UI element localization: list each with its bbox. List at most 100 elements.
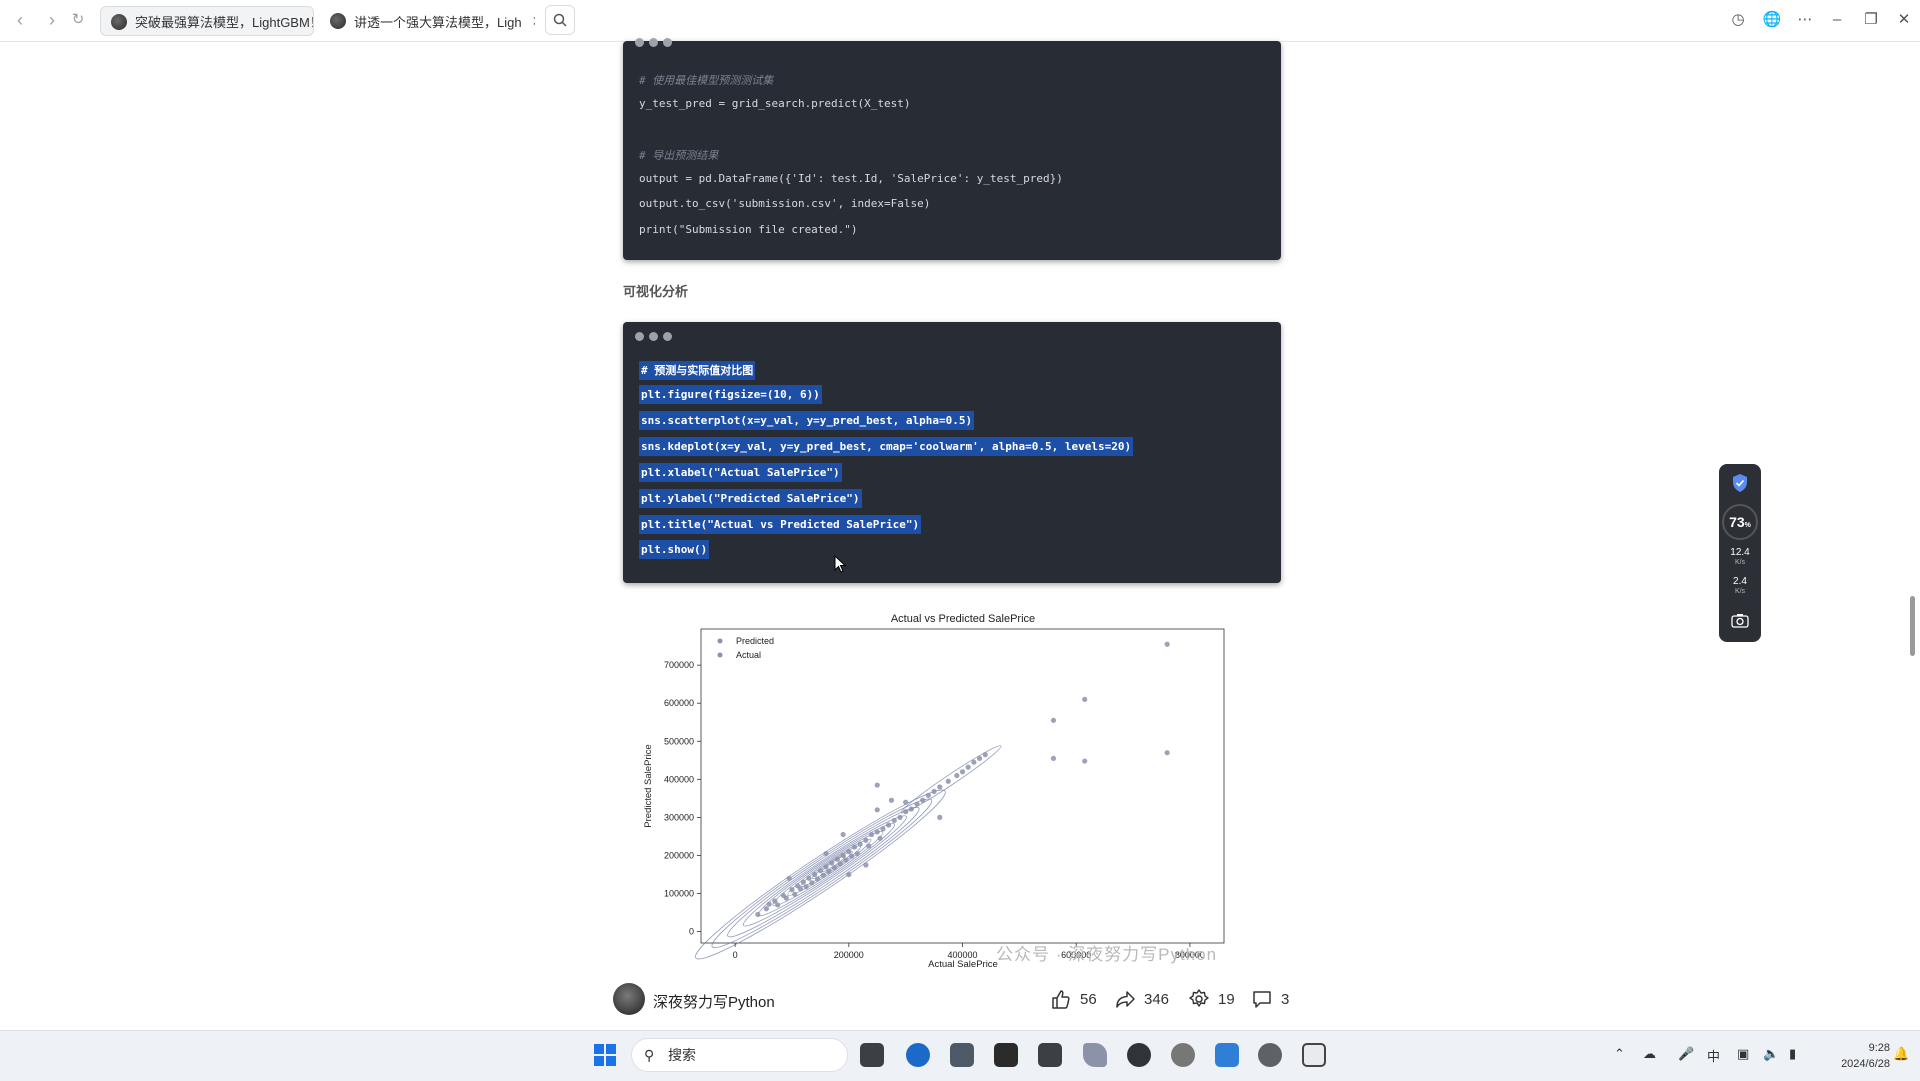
scatter-point [812,871,818,878]
code-block-visualization[interactable]: # 预测与实际值对比图 plt.figure(figsize=(10, 6)) … [623,322,1281,583]
forward-icon[interactable]: › [42,10,62,30]
code-block-prediction: # 使用最佳模型预测测试集 y_test_pred = grid_search.… [623,38,1281,260]
minimize-icon[interactable]: – [1826,9,1848,31]
scatter-point [937,814,943,820]
section-heading: 可视化分析 [623,284,689,299]
download-icon[interactable]: ◷ [1727,9,1749,31]
back-icon[interactable]: ‹ [10,10,30,30]
scatter-point [880,826,886,832]
tab-lightgbm[interactable]: 突破最强算法模型，LightGBM！ [100,6,314,36]
share-button[interactable]: 346 [1114,988,1169,1010]
shield-icon [1733,474,1747,492]
microphone-icon[interactable]: 🎤 [1678,1046,1694,1062]
legend-label-actual: Actual [736,650,761,660]
file-explorer-icon[interactable] [860,1043,884,1067]
taskbar-search[interactable]: ⚲ 搜索 [631,1038,848,1072]
folder-icon[interactable] [1038,1043,1062,1067]
scatter-point [959,769,966,775]
remote-desktop-icon[interactable] [1302,1043,1326,1067]
scatter-point [786,875,792,881]
tab-title: 突破最强算法模型，LightGBM！ [135,14,314,30]
edge-browser-icon[interactable] [906,1043,930,1067]
network-icon[interactable]: ▣ [1737,1046,1749,1062]
scatter-point [831,865,838,871]
code-line: # 使用最佳模型预测测试集 [639,74,774,87]
tab-favicon-icon [330,13,346,29]
watermark: 公众号 · 深夜努力写Python [996,945,1218,964]
scatter-point [965,764,971,770]
code-line[interactable]: sns.kdeplot(x=y_val, y=y_pred_best, cmap… [639,437,1134,456]
scatter-point [1164,641,1170,647]
tray-overflow-icon[interactable]: ⌃ [1614,1046,1625,1062]
legend-label-predicted: Predicted [736,636,774,646]
settings-app-icon[interactable] [1171,1043,1195,1067]
scatter-point [854,850,860,857]
scatter-point [1050,717,1057,723]
favorite-button[interactable]: 19 [1188,988,1235,1010]
code-line[interactable]: plt.xlabel("Actual SalePrice") [639,463,842,482]
code-line[interactable]: plt.show() [639,540,710,559]
scatter-point [976,755,983,762]
reload-icon[interactable]: ↻ [68,10,88,30]
x-tick-label: 0 [733,950,738,960]
restore-icon[interactable]: ❐ [1860,9,1882,31]
code-line[interactable]: plt.ylabel("Predicted SalePrice") [639,489,862,508]
cloud-icon[interactable]: ☁ [1643,1046,1656,1062]
browser-toolbar: ‹ › ↻ 突破最强算法模型，LightGBM！ 讲透一个强大算法模型，Ligh… [0,0,1920,42]
scatter-point [789,887,795,893]
comment-button[interactable]: 3 [1251,988,1289,1010]
code-line[interactable]: plt.figure(figsize=(10, 6)) [639,385,822,404]
scatter-point [885,822,892,828]
tab-close-icon[interactable]: ✕ [532,13,535,30]
terminal-icon[interactable] [994,1043,1018,1067]
start-menu-icon[interactable] [594,1044,616,1066]
y-tick-label: 700000 [664,660,694,670]
ime-indicator[interactable]: 中 [1707,1046,1720,1065]
scatter-point [982,752,988,758]
avatar[interactable] [613,983,645,1015]
scatter-point [834,856,841,862]
pen-app-icon[interactable] [1083,1043,1107,1067]
tab-search-button[interactable] [545,5,575,35]
code-line[interactable]: # 预测与实际值对比图 [639,361,756,380]
more-menu-icon[interactable]: ⋯ [1794,9,1816,31]
browser-app-icon[interactable] [1127,1043,1151,1067]
battery-icon[interactable]: ▮ [1789,1046,1796,1062]
tab-favicon-icon [111,14,127,30]
scatter-point [803,884,809,890]
tab-title: 讲透一个强大算法模型，Ligh [354,14,522,30]
vscode-icon[interactable] [1215,1043,1239,1067]
app-icon[interactable] [950,1043,974,1067]
system-monitor-widget[interactable]: 73% 12.4 K/s 2.4 K/s [1719,464,1761,642]
notification-bell-icon[interactable]: 🔔 [1893,1046,1909,1062]
scatter-point [903,799,909,805]
search-icon: ⚲ [644,1047,655,1063]
favorite-icon [1189,989,1209,1007]
x-tick-label: 200000 [834,950,864,960]
scatter-point [954,772,960,779]
like-button[interactable]: 56 [1050,988,1097,1010]
system-clock[interactable]: 9:28 2024/6/28 [1810,1040,1890,1072]
scatter-point [840,831,846,838]
volume-icon[interactable]: 🔈 [1763,1046,1779,1062]
close-window-icon[interactable]: ✕ [1893,9,1915,31]
page-scrollbar[interactable] [1910,596,1915,656]
scatter-point [766,901,772,907]
translate-globe-icon[interactable]: 🌐 [1761,9,1783,31]
search-icon [553,13,567,27]
scatter-point [817,868,823,874]
scatter-point [874,829,880,835]
scatter-point [846,871,852,878]
scatter-point [775,902,781,908]
scatter-point [1164,750,1170,756]
tab-algorithm[interactable]: 讲透一个强大算法模型，Ligh ✕ [320,6,535,36]
scatter-point [792,891,798,897]
code-line[interactable]: sns.scatterplot(x=y_val, y=y_pred_best, … [639,411,975,430]
author-name[interactable]: 深夜努力写Python [653,991,775,1012]
code-line[interactable]: plt.title("Actual vs Predicted SalePrice… [639,515,922,534]
screenshot-camera-icon[interactable] [1731,612,1749,628]
scatter-point [937,784,943,790]
chat-app-icon[interactable] [1258,1043,1282,1067]
like-count: 56 [1080,990,1097,1008]
scatter-point [971,759,977,765]
